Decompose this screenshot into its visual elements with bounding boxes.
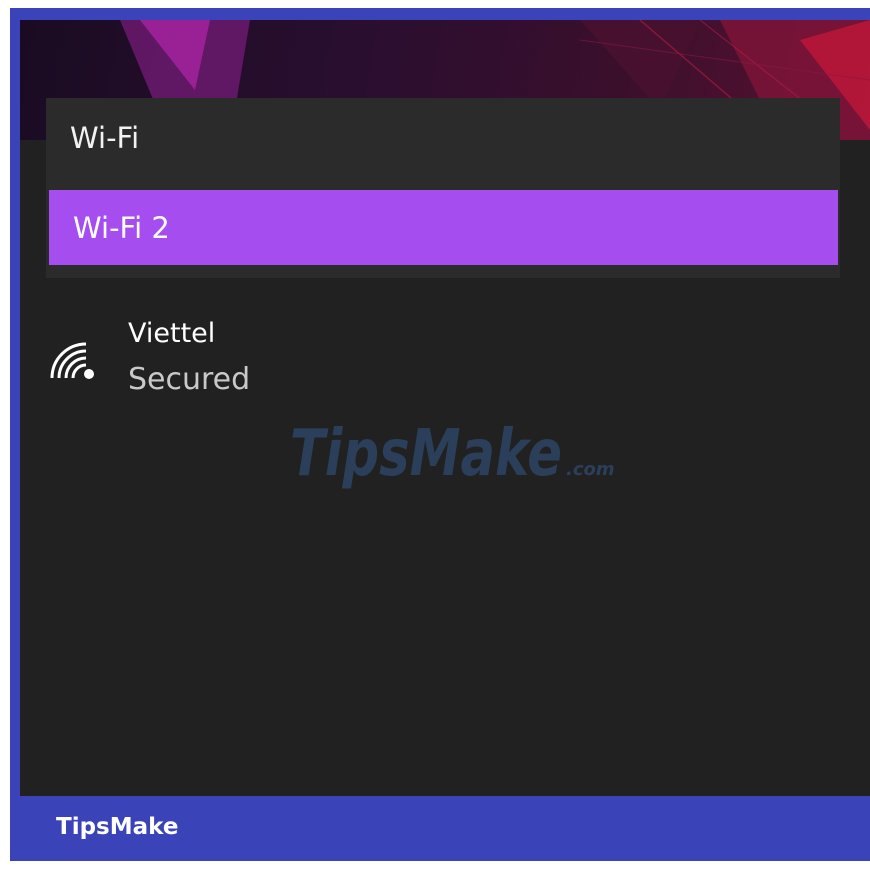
dropdown-option-wifi[interactable]: Wi-Fi — [46, 102, 840, 174]
watermark-logo: TipsMake .com — [290, 417, 615, 491]
wifi-signal-icon — [50, 342, 94, 379]
adapter-dropdown[interactable]: Wi-Fi Wi-Fi 2 — [46, 98, 840, 278]
dropdown-option-label: Wi-Fi — [70, 121, 140, 155]
dropdown-option-label: Wi-Fi 2 — [73, 210, 170, 245]
footer-brand: TipsMake — [56, 814, 179, 840]
network-item-viettel[interactable]: Viettel Secured — [48, 308, 428, 408]
watermark-suffix: .com — [566, 459, 615, 480]
network-name: Viettel — [128, 318, 216, 349]
dropdown-option-wifi-2[interactable]: Wi-Fi 2 — [49, 190, 838, 265]
network-flyout: Wi-Fi Wi-Fi 2 Viettel Secured TipsMake .… — [20, 20, 870, 796]
watermark-text: TipsMake — [290, 417, 562, 491]
network-status: Secured — [128, 362, 251, 397]
image-frame: Wi-Fi Wi-Fi 2 Viettel Secured TipsMake .… — [10, 8, 870, 861]
